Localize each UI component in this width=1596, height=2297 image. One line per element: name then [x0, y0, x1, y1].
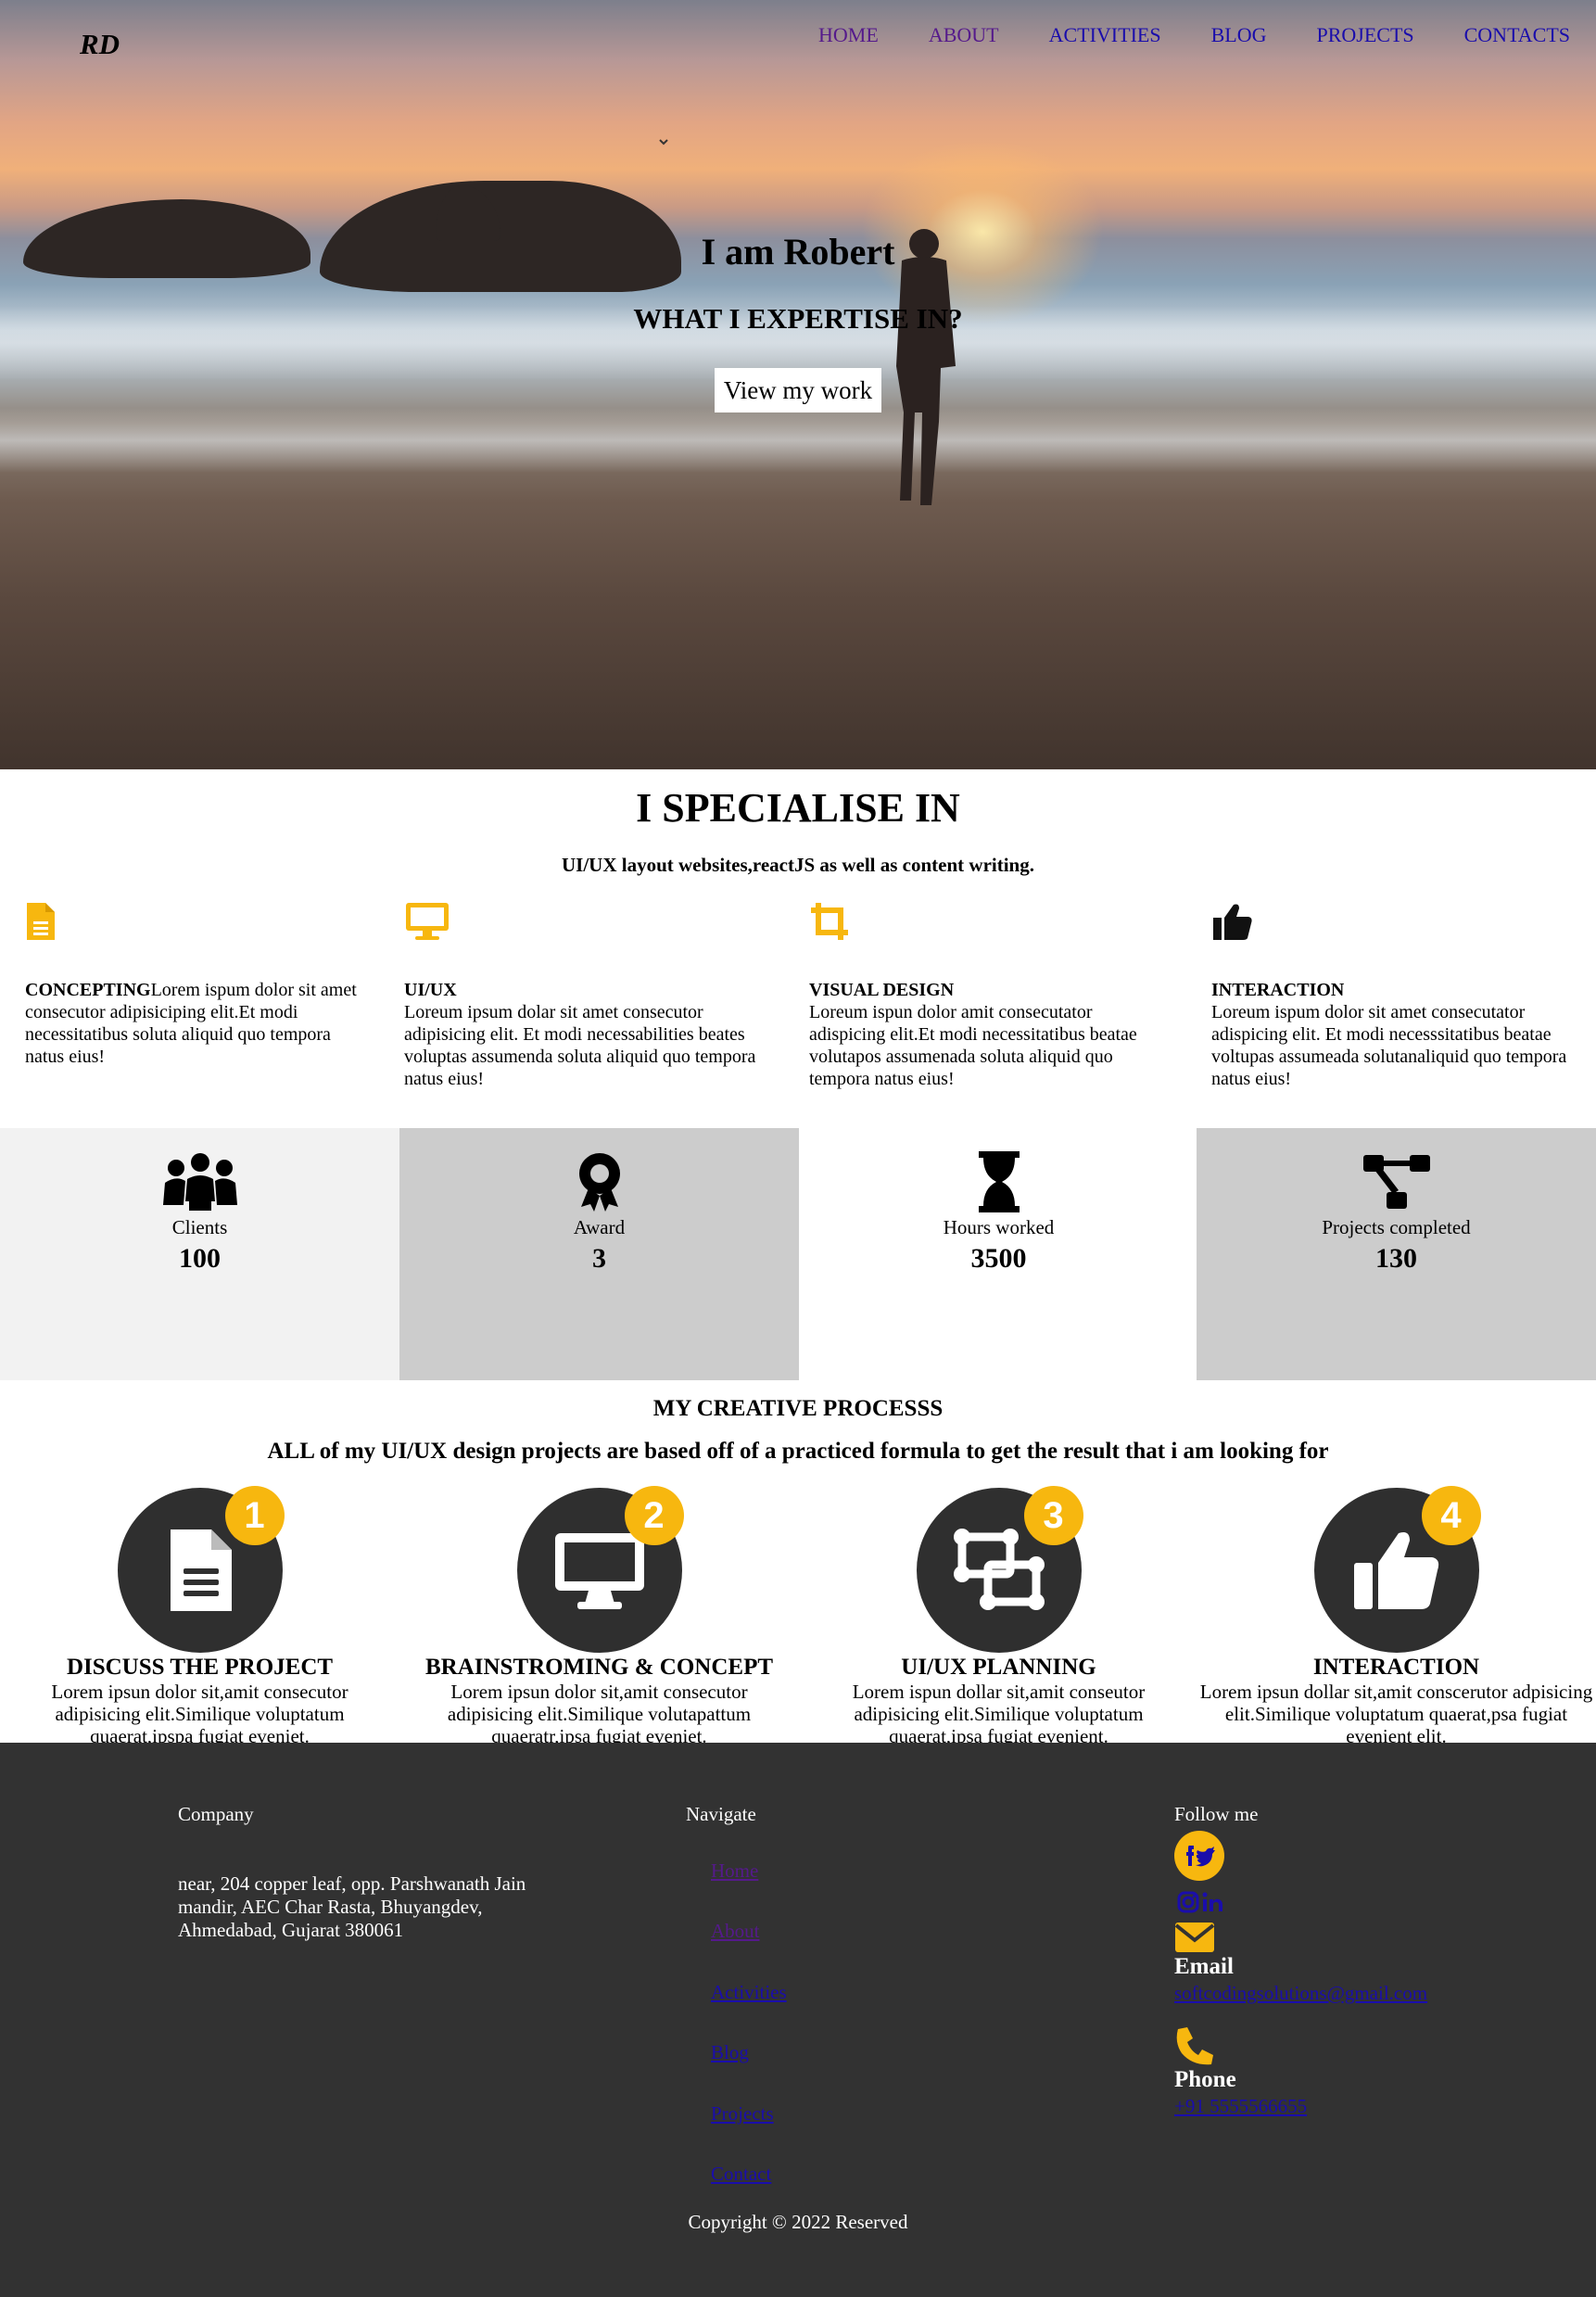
email-link[interactable]: softcodingsolutions@gmail.com [1174, 1982, 1427, 2005]
footer-link-projects[interactable]: Projects [711, 2102, 774, 2126]
process-step-1: 1 DISCUSS THE PROJECT Lorem ipsun dolor … [0, 1486, 399, 1747]
stat-award: Award 3 [399, 1128, 799, 1380]
process-step-circle: 4 [1313, 1486, 1481, 1653]
email-label: Email [1174, 1954, 1234, 1979]
copyright: Copyright © 2022 Reserved [688, 2211, 908, 2233]
phone-icon [1176, 2027, 1213, 2065]
process-step-text: Lorem ipsun dolor sit,amit consecutor ad… [51, 1681, 348, 1747]
process-step-circle: 1 [117, 1486, 285, 1653]
spec-item-text: Loreum ispun dolor amit consecutator adi… [809, 1002, 1137, 1089]
nav-activities[interactable]: ACTIVITIES [1049, 23, 1161, 47]
stat-value: 130 [1375, 1243, 1417, 1274]
footer-link-contact[interactable]: Contact [711, 2163, 771, 2186]
stat-value: 3 [592, 1243, 606, 1274]
process-step-text: Lorem ispun dollar sit,amit conseutor ad… [852, 1681, 1146, 1747]
spec-item-visual-design: VISUAL DESIGN Loreum ispun dolor amit co… [809, 901, 1161, 1090]
spec-item-title: VISUAL DESIGN [809, 980, 955, 1000]
phone-link[interactable]: +91 5555566655 [1174, 2095, 1307, 2118]
process-step-title: UI/UX PLANNING [901, 1655, 1096, 1680]
stat-label: Hours worked [943, 1216, 1055, 1238]
site-footer: Company near, 204 copper leaf, opp. Pars… [0, 1743, 1596, 2297]
award-icon [578, 1153, 620, 1212]
crop-icon [811, 903, 848, 940]
stat-hours: Hours worked 3500 [799, 1128, 1198, 1380]
footer-company-heading: Company [178, 1803, 254, 1825]
step-number-badge: 4 [1421, 1486, 1481, 1545]
spec-item-title: INTERACTION [1211, 980, 1345, 1000]
footer-link-activities[interactable]: Activities [711, 1981, 787, 2004]
project-diagram-icon [1362, 1155, 1430, 1209]
nav-contacts[interactable]: CONTACTS [1464, 23, 1570, 47]
nav-blog[interactable]: BLOG [1211, 23, 1267, 47]
spec-item-concepting: CONCEPTINGLorem ispum dolor sit amet con… [25, 901, 359, 1068]
nav-home[interactable]: HOME [818, 23, 879, 47]
footer-address: near, 204 copper leaf, opp. Parshwanath … [178, 1872, 526, 1941]
instagram-linkedin-icon[interactable] [1177, 1891, 1225, 1913]
monitor-icon [406, 903, 449, 940]
footer-link-home[interactable]: Home [711, 1859, 758, 1883]
footer-link-about[interactable]: About [711, 1920, 760, 1943]
spec-item-text: Loreum ipsum dolar sit amet consecutor a… [404, 1002, 756, 1089]
footer-follow-heading: Follow me [1174, 1803, 1259, 1825]
users-icon [162, 1153, 237, 1211]
document-icon [27, 903, 55, 940]
spec-item-interaction: INTERACTION Loreum ispum dolor sit amet … [1211, 901, 1568, 1090]
stat-value: 100 [179, 1243, 221, 1274]
stat-label: Projects completed [1322, 1216, 1471, 1238]
process-step-text: Lorem ipsun dolor sit,amit consecutor ad… [447, 1681, 752, 1747]
social-circle[interactable] [1174, 1831, 1224, 1881]
hero-subtitle: WHAT I EXPERTISE IN? [633, 302, 963, 335]
hero-surf-shore [0, 408, 1596, 473]
footer-link-blog[interactable]: Blog [711, 2041, 749, 2064]
view-work-button[interactable]: View my work [715, 368, 881, 412]
thumbs-up-icon [1213, 904, 1252, 940]
step-number-badge: 1 [224, 1486, 285, 1545]
process-step-circle: 2 [516, 1486, 684, 1653]
process-step-3: 3 UI/UX PLANNING Lorem ispun dollar sit,… [799, 1486, 1198, 1747]
stat-label: Award [573, 1216, 626, 1238]
site-logo[interactable]: RD [80, 28, 120, 61]
stat-value: 3500 [970, 1243, 1027, 1274]
step-number-badge: 2 [624, 1486, 684, 1545]
specialise-subtitle: UI/UX layout websites,reactJS as well as… [562, 854, 1034, 876]
process-step-title: DISCUSS THE PROJECT [66, 1655, 334, 1680]
process-step-4: 4 INTERACTION Lorem ipsun dollar sit,ami… [1197, 1486, 1596, 1747]
phone-label: Phone [1174, 2067, 1236, 2092]
hero-title: I am Robert [701, 231, 895, 273]
object-group-icon [953, 1529, 1045, 1610]
stat-projects: Projects completed 130 [1197, 1128, 1596, 1380]
spec-item-text: Loreum ispum dolor sit amet consecutator… [1211, 1002, 1567, 1089]
hourglass-icon [978, 1151, 1020, 1212]
process-step-title: BRAINSTROMING & CONCEPT [424, 1655, 774, 1680]
desktop-icon [554, 1533, 644, 1609]
facebook-twitter-icon [1186, 1846, 1215, 1867]
process-step-2: 2 BRAINSTROMING & CONCEPT Lorem ipsun do… [399, 1486, 799, 1747]
stat-clients: Clients 100 [0, 1128, 399, 1380]
spec-item-title: UI/UX [404, 980, 457, 1000]
stat-label: Clients [171, 1216, 228, 1238]
main-nav: HOME ABOUT ACTIVITIES BLOG PROJECTS CONT… [768, 23, 1570, 47]
hero-birds [659, 139, 668, 146]
nav-about[interactable]: ABOUT [929, 23, 999, 47]
process-title: MY CREATIVE PROCESSS [652, 1396, 944, 1421]
process-subtitle: ALL of my UI/UX design projects are base… [267, 1439, 1329, 1464]
specialise-title: I SPECIALISE IN [636, 785, 960, 831]
file-icon [170, 1529, 232, 1611]
process-step-text: Lorem ipsun dollar sit,amit conscerutor … [1199, 1681, 1593, 1747]
spec-item-title: CONCEPTING [25, 980, 151, 1000]
thumbs-up-icon [1353, 1532, 1438, 1609]
nav-projects[interactable]: PROJECTS [1316, 23, 1413, 47]
spec-item-uiux: UI/UX Loreum ipsum dolar sit amet consec… [404, 901, 756, 1090]
process-step-title: INTERACTION [1312, 1655, 1480, 1680]
process-step-circle: 3 [916, 1486, 1083, 1653]
step-number-badge: 3 [1023, 1486, 1083, 1545]
footer-navigate-heading: Navigate [686, 1803, 756, 1825]
envelope-icon [1174, 1923, 1215, 1952]
